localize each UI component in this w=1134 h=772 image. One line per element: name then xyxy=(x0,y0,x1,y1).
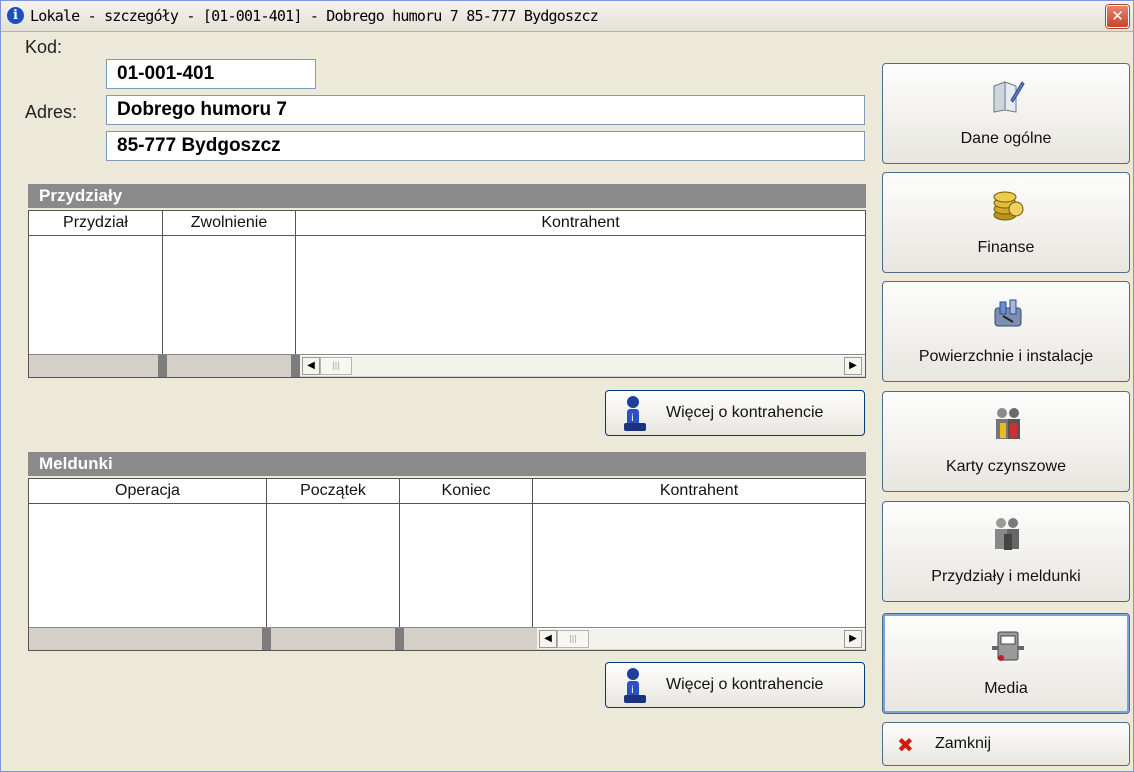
map-book-icon xyxy=(993,81,1025,113)
people-cards-icon xyxy=(996,408,1020,439)
title-bar[interactable]: i Lokale - szczegóły - [01-001-401] - Do… xyxy=(1,1,1133,32)
close-x-icon: ✖ xyxy=(897,733,914,757)
horizontal-scrollbar[interactable]: ◀ ||| ▶ xyxy=(537,628,865,649)
grid-footer: ◀ ||| ▶ xyxy=(29,354,865,377)
nav-label: Karty czynszowe xyxy=(945,458,1067,475)
nav-przydzialy-meldunki-button[interactable]: Przydziały i meldunki xyxy=(882,501,1130,602)
column-header-kontrahent[interactable]: Kontrahent xyxy=(296,211,865,235)
horizontal-scrollbar[interactable]: ◀ ||| ▶ xyxy=(300,355,865,376)
meldunki-header: Meldunki xyxy=(28,452,866,476)
more-button-label: Więcej o kontrahencie xyxy=(666,404,824,421)
window-close-button[interactable]: ✕ xyxy=(1106,5,1129,28)
scroll-right-icon[interactable]: ▶ xyxy=(844,357,862,375)
column-divider xyxy=(266,503,267,628)
coins-icon xyxy=(993,191,1024,221)
scroll-thumb[interactable]: ||| xyxy=(320,357,352,375)
column-divider xyxy=(295,235,296,355)
details-window: i Lokale - szczegóły - [01-001-401] - Do… xyxy=(0,0,1134,772)
nav-label: Przydziały i meldunki xyxy=(931,568,1081,585)
nav-label: Media xyxy=(984,680,1028,697)
nav-label: Powierzchnie i instalacje xyxy=(918,348,1094,365)
column-header-zwolnienie[interactable]: Zwolnienie xyxy=(163,211,296,235)
footer-separator xyxy=(395,628,404,650)
close-button[interactable]: ✖ Zamknij xyxy=(882,722,1130,766)
window-title: Lokale - szczegóły - [01-001-401] - Dobr… xyxy=(30,7,599,25)
tools-icon xyxy=(994,299,1022,327)
column-divider xyxy=(162,235,163,355)
scroll-left-icon[interactable]: ◀ xyxy=(539,630,557,648)
person-info-icon: i xyxy=(624,396,646,431)
column-header-kontrahent[interactable]: Kontrahent xyxy=(533,479,865,503)
footer-separator xyxy=(262,628,271,650)
footer-separator xyxy=(158,355,167,377)
column-header-przydzial[interactable]: Przydział xyxy=(29,211,163,235)
przydzialy-header: Przydziały xyxy=(28,184,866,208)
adres-label: Adres: xyxy=(25,102,78,122)
przydzialy-grid-header: Przydział Zwolnienie Kontrahent xyxy=(29,211,865,236)
meter-icon xyxy=(992,631,1024,661)
meldunki-grid-header: Operacja Początek Koniec Kontrahent xyxy=(29,479,865,504)
kod-label: Kod: xyxy=(25,37,63,57)
column-header-operacja[interactable]: Operacja xyxy=(29,479,267,503)
column-divider xyxy=(399,503,400,628)
more-about-contractor-button-1[interactable]: i Więcej o kontrahencie xyxy=(605,390,865,436)
nav-dane-ogolne-button[interactable]: Dane ogólne xyxy=(882,63,1130,164)
nav-finanse-button[interactable]: Finanse xyxy=(882,172,1130,273)
scroll-left-icon[interactable]: ◀ xyxy=(302,357,320,375)
kod-field[interactable]: 01-001-401 xyxy=(106,59,316,89)
column-header-koniec[interactable]: Koniec xyxy=(400,479,533,503)
more-button-label: Więcej o kontrahencie xyxy=(666,676,824,693)
nav-label: Dane ogólne xyxy=(960,130,1052,147)
nav-media-button[interactable]: Media xyxy=(882,613,1130,714)
nav-label: Finanse xyxy=(977,239,1035,256)
more-about-contractor-button-2[interactable]: i Więcej o kontrahencie xyxy=(605,662,865,708)
scroll-thumb[interactable]: ||| xyxy=(557,630,589,648)
nav-karty-czynszowe-button[interactable]: Karty czynszowe xyxy=(882,391,1130,492)
svg-text:i: i xyxy=(631,685,634,696)
column-divider xyxy=(532,503,533,628)
column-header-poczatek[interactable]: Początek xyxy=(267,479,400,503)
scroll-right-icon[interactable]: ▶ xyxy=(844,630,862,648)
grid-footer: ◀ ||| ▶ xyxy=(29,627,865,650)
svg-text:i: i xyxy=(631,413,634,424)
info-icon: i xyxy=(7,7,24,24)
adres-line1-field[interactable]: Dobrego humoru 7 xyxy=(106,95,865,125)
people-gray-icon xyxy=(995,518,1019,550)
meldunki-grid[interactable]: Operacja Początek Koniec Kontrahent ◀ ||… xyxy=(28,478,866,651)
adres-line2-field[interactable]: 85-777 Bydgoszcz xyxy=(106,131,865,161)
przydzialy-grid[interactable]: Przydział Zwolnienie Kontrahent ◀ ||| ▶ xyxy=(28,210,866,378)
footer-separator xyxy=(291,355,300,377)
nav-powierzchnie-button[interactable]: Powierzchnie i instalacje xyxy=(882,281,1130,382)
person-info-icon: i xyxy=(624,668,646,703)
close-button-label: Zamknij xyxy=(935,735,992,752)
